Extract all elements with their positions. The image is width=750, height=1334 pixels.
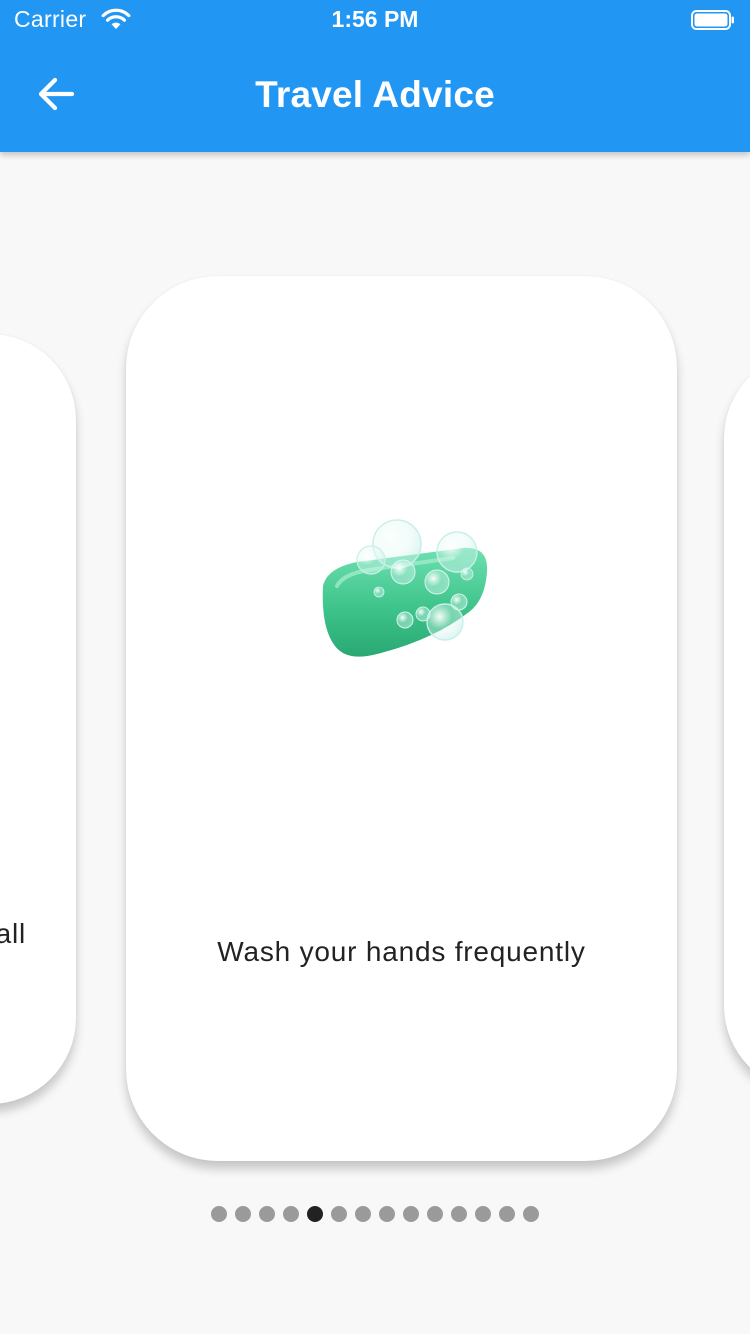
page-dot[interactable]: [379, 1206, 395, 1222]
page-dot[interactable]: [403, 1206, 419, 1222]
page-dot[interactable]: [523, 1206, 539, 1222]
status-bar: Carrier 1:56 PM: [0, 0, 750, 40]
page-dot[interactable]: [331, 1206, 347, 1222]
battery-icon: [691, 10, 734, 30]
page-dot[interactable]: [259, 1206, 275, 1222]
page-dot[interactable]: [475, 1206, 491, 1222]
page-dot[interactable]: [499, 1206, 515, 1222]
previous-advice-card[interactable]: all: [0, 334, 76, 1104]
status-time: 1:56 PM: [331, 6, 419, 32]
page-dot[interactable]: [283, 1206, 299, 1222]
page-dot[interactable]: [235, 1206, 251, 1222]
page-dot[interactable]: [355, 1206, 371, 1222]
page-title: Travel Advice: [255, 74, 495, 115]
page-dot[interactable]: [211, 1206, 227, 1222]
current-card-caption: Wash your hands frequently: [217, 936, 586, 967]
page-dot[interactable]: [427, 1206, 443, 1222]
next-advice-card[interactable]: [724, 352, 750, 1092]
app-bar: Carrier 1:56 PM Travel Advice: [0, 0, 750, 152]
page-dot[interactable]: [451, 1206, 467, 1222]
page-dot-active[interactable]: [307, 1206, 323, 1222]
advice-carousel[interactable]: all Wash your hands frequently: [0, 152, 750, 1334]
previous-card-caption: all: [0, 918, 26, 949]
current-advice-card[interactable]: Wash your hands frequently: [126, 276, 677, 1161]
soap-icon: [313, 516, 493, 666]
page-indicator: [211, 1206, 539, 1222]
